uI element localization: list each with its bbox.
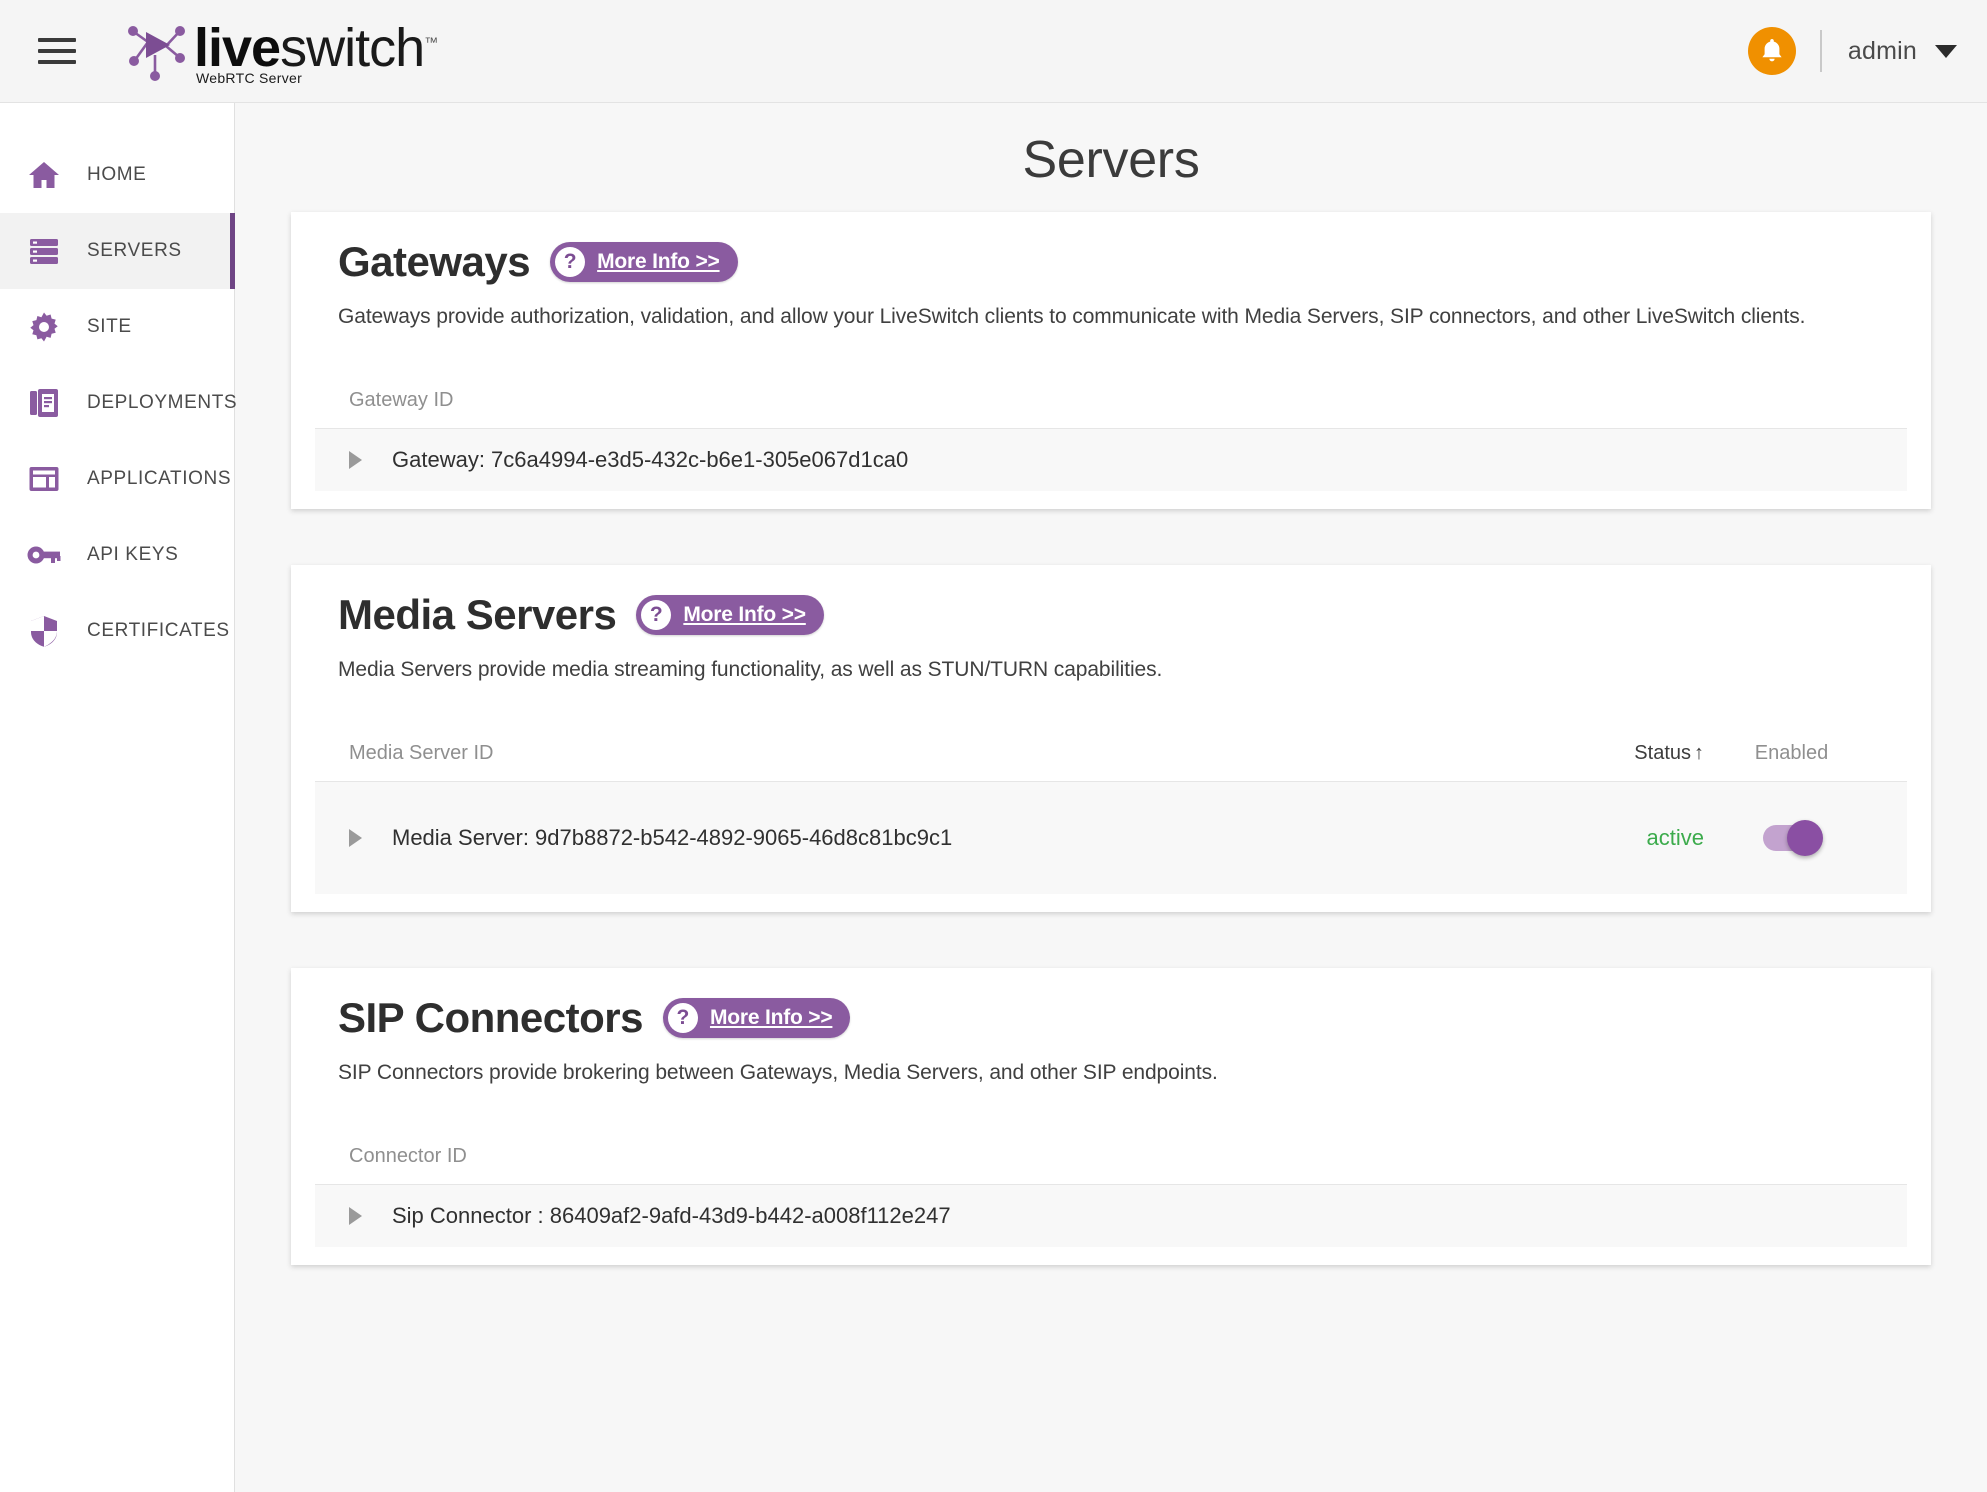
- hamburger-icon[interactable]: [34, 31, 80, 71]
- app-root: liveswitch™ WebRTC Server admin HOME SER…: [0, 0, 1987, 1492]
- column-header-id[interactable]: Connector ID: [349, 1145, 1879, 1168]
- table-row[interactable]: Sip Connector : 86409af2-9afd-43d9-b442-…: [315, 1185, 1907, 1247]
- layout-icon: [27, 462, 61, 496]
- row-id-cell: Sip Connector : 86409af2-9afd-43d9-b442-…: [349, 1203, 1879, 1229]
- more-info-label: More Info >>: [597, 250, 720, 273]
- toggle-knob: [1786, 820, 1823, 856]
- expand-caret-icon[interactable]: [349, 1207, 362, 1225]
- hamburger-bar: [38, 49, 76, 53]
- sidebar-item-label: SERVERS: [87, 240, 182, 261]
- section-header: Media Servers ? More Info >>: [315, 591, 1907, 639]
- status-badge: active: [1646, 825, 1704, 850]
- logo-switch-text: switch: [280, 18, 425, 78]
- page-title: Servers: [1022, 131, 1200, 189]
- expand-caret-icon[interactable]: [349, 829, 362, 847]
- bell-icon[interactable]: [1747, 27, 1796, 75]
- sort-ascending-icon: ↑: [1694, 742, 1704, 764]
- sidebar-item-label: CERTIFICATES: [87, 620, 230, 641]
- sidebar-item-label: SITE: [87, 316, 132, 337]
- column-header-enabled[interactable]: Enabled: [1704, 742, 1879, 765]
- sip-connectors-table: Connector ID Sip Connector : 86409af2-9a…: [315, 1129, 1907, 1247]
- sidebar-item-api-keys[interactable]: API KEYS: [0, 517, 234, 593]
- key-icon: [27, 538, 61, 572]
- section-description: Gateways provide authorization, validati…: [338, 305, 1806, 328]
- help-icon: ?: [667, 1003, 698, 1033]
- sidebar: HOME SERVERS SITE DEPLOYMENTS APPLICATIO…: [0, 103, 238, 1492]
- hamburger-bar: [38, 38, 76, 42]
- expand-caret-icon[interactable]: [349, 451, 362, 469]
- bell-glyph: [1762, 39, 1782, 62]
- section-title: Media Servers: [338, 591, 617, 638]
- table-header-row: Connector ID: [315, 1129, 1907, 1185]
- sidebar-item-applications[interactable]: APPLICATIONS: [0, 441, 234, 517]
- sip-connectors-card: SIP Connectors ? More Info >> SIP Connec…: [291, 968, 1931, 1265]
- column-header-id[interactable]: Gateway ID: [349, 389, 1879, 412]
- row-id-cell: Media Server: 9d7b8872-b542-4892-9065-46…: [349, 825, 1554, 851]
- more-info-button[interactable]: ? More Info >>: [550, 242, 738, 282]
- help-icon: ?: [641, 600, 672, 630]
- logo-live-text: live: [194, 18, 281, 78]
- table-row[interactable]: Media Server: 9d7b8872-b542-4892-9065-46…: [315, 782, 1907, 894]
- chevron-down-icon: [1935, 44, 1957, 58]
- gateways-card: Gateways ? More Info >> Gateways provide…: [291, 212, 1931, 509]
- top-bar: liveswitch™ WebRTC Server admin: [0, 0, 1987, 103]
- body-row: HOME SERVERS SITE DEPLOYMENTS APPLICATIO…: [0, 103, 1987, 1492]
- table-header-row: Gateway ID: [315, 373, 1907, 429]
- hamburger-bar: [38, 60, 76, 64]
- section-header: Gateways ? More Info >>: [315, 238, 1907, 286]
- top-bar-divider: [1819, 30, 1822, 72]
- sidebar-item-certificates[interactable]: CERTIFICATES: [0, 593, 234, 669]
- column-header-id[interactable]: Media Server ID: [349, 742, 1554, 765]
- help-icon: ?: [555, 247, 586, 277]
- sidebar-item-label: DEPLOYMENTS: [87, 392, 238, 413]
- section-description: SIP Connectors provide brokering between…: [338, 1061, 1218, 1084]
- documents-icon: [27, 386, 61, 420]
- enabled-toggle[interactable]: [1762, 820, 1823, 856]
- home-icon: [27, 158, 61, 192]
- more-info-label: More Info >>: [709, 1006, 833, 1029]
- servers-icon: [27, 234, 61, 268]
- user-name-label: admin: [1847, 36, 1917, 65]
- section-title: SIP Connectors: [338, 994, 643, 1041]
- section-header: SIP Connectors ? More Info >>: [315, 994, 1907, 1042]
- sidebar-item-servers[interactable]: SERVERS: [0, 213, 235, 289]
- media-servers-table: Media Server ID Status ↑ Enabled Media Se…: [315, 726, 1907, 894]
- shield-icon: [27, 614, 61, 648]
- gateways-table: Gateway ID Gateway: 7c6a4994-e3d5-432c-b…: [315, 373, 1907, 491]
- more-info-label: More Info >>: [683, 603, 806, 626]
- logo-subtitle: WebRTC Server: [196, 70, 303, 86]
- liveswitch-logo[interactable]: liveswitch™ WebRTC Server: [124, 16, 438, 86]
- column-header-status-label: Status: [1634, 742, 1691, 764]
- sidebar-item-label: APPLICATIONS: [87, 468, 232, 489]
- section-title: Gateways: [338, 238, 531, 285]
- column-header-status[interactable]: Status ↑: [1554, 742, 1704, 765]
- table-row[interactable]: Gateway: 7c6a4994-e3d5-432c-b6e1-305e067…: [315, 429, 1907, 491]
- sidebar-item-deployments[interactable]: DEPLOYMENTS: [0, 365, 238, 441]
- row-id-label: Sip Connector : 86409af2-9afd-43d9-b442-…: [392, 1203, 951, 1228]
- section-description: Media Servers provide media streaming fu…: [338, 658, 1163, 681]
- media-servers-card: Media Servers ? More Info >> Media Serve…: [291, 565, 1931, 912]
- sidebar-item-label: HOME: [87, 164, 147, 185]
- gear-icon: [27, 310, 61, 344]
- sidebar-item-home[interactable]: HOME: [0, 137, 234, 213]
- more-info-button[interactable]: ? More Info >>: [636, 595, 824, 635]
- table-header-row: Media Server ID Status ↑ Enabled: [315, 726, 1907, 782]
- row-id-label: Gateway: 7c6a4994-e3d5-432c-b6e1-305e067…: [392, 447, 909, 472]
- row-id-label: Media Server: 9d7b8872-b542-4892-9065-46…: [392, 825, 953, 850]
- row-id-cell: Gateway: 7c6a4994-e3d5-432c-b6e1-305e067…: [349, 447, 1879, 473]
- main-content: Servers Gateways ? More Info >> Gateways…: [235, 103, 1987, 1492]
- user-menu[interactable]: admin: [1848, 37, 1957, 66]
- top-bar-right: admin: [1747, 27, 1957, 75]
- row-enabled-cell: [1704, 820, 1879, 856]
- more-info-button[interactable]: ? More Info >>: [662, 998, 851, 1038]
- logo-trademark: ™: [424, 34, 438, 50]
- sidebar-item-label: API KEYS: [87, 544, 179, 565]
- liveswitch-logo-mark: [128, 26, 185, 81]
- sidebar-item-site[interactable]: SITE: [0, 289, 234, 365]
